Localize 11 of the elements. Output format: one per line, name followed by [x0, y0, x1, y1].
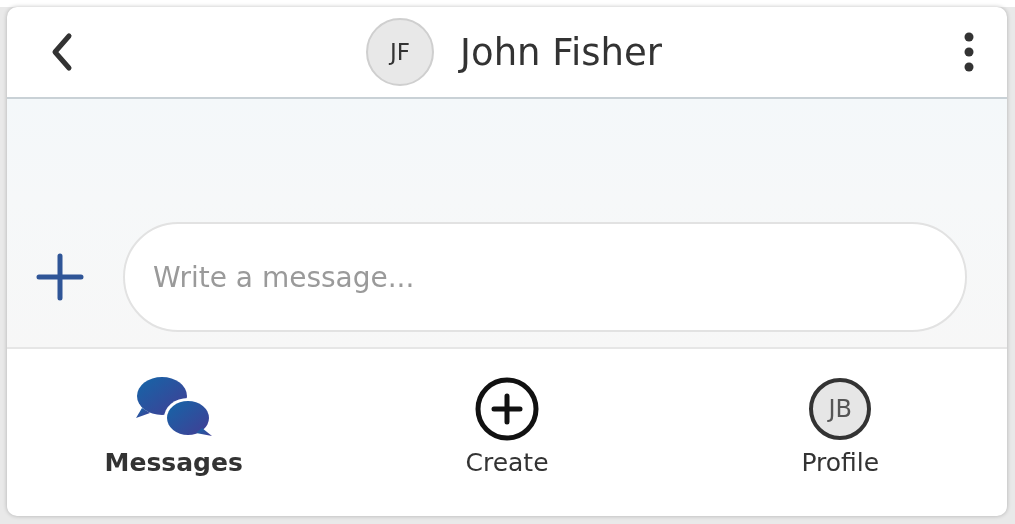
tab-label: Messages	[104, 448, 243, 477]
nav-tab[interactable]: Messages	[7, 349, 341, 516]
message-field[interactable]: Write a message...	[123, 222, 967, 332]
profile-avatar: JB	[809, 378, 872, 440]
contact-name: John Fisher	[460, 30, 662, 74]
nav-tab[interactable]: JB Profile	[673, 349, 1007, 516]
add-icon[interactable]	[35, 252, 85, 302]
nav-tab[interactable]: Create	[340, 349, 674, 516]
tab-label: Profile	[801, 448, 880, 477]
tab-label: Create	[465, 448, 549, 477]
contact-avatar: JF	[366, 18, 435, 86]
